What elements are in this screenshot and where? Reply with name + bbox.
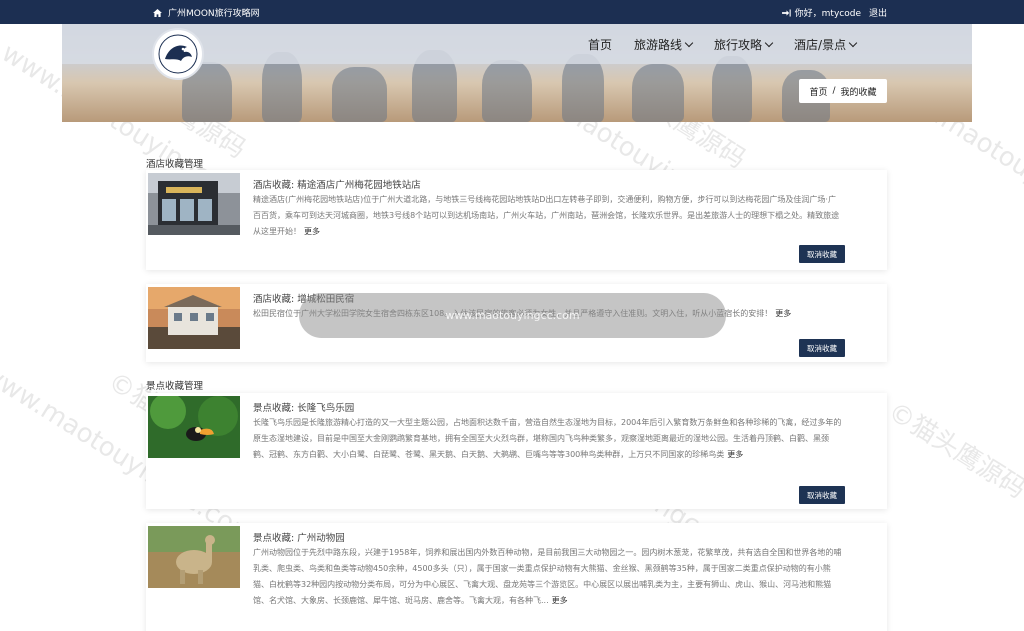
favorite-card: 景点收藏: 广州动物园 广州动物园位于先烈中路东段，兴建于1958年，饲养和展出… [146, 523, 887, 631]
site-name: 广州MOON旅行攻略网 [168, 9, 260, 19]
card-description: 精途酒店(广州梅花园地铁站店)位于广州大道北路，与地铁三号线梅花园站地铁站D出口… [253, 195, 840, 236]
card-description: 广州动物园位于先烈中路东段，兴建于1958年，饲养和展出国内外数百种动物，是目前… [253, 548, 842, 605]
cancel-favorite-button[interactable]: 取消收藏 [799, 245, 845, 263]
hotel-thumbnail[interactable] [148, 287, 240, 349]
more-link[interactable]: 更多 [552, 596, 568, 605]
breadcrumb: 首页 / 我的收藏 [799, 79, 887, 103]
site-link[interactable]: 广州MOON旅行攻略网 [153, 6, 260, 19]
hotel-section-title: 酒店收藏管理 [146, 159, 204, 170]
site-logo[interactable] [152, 28, 204, 80]
main-nav: 首页 旅游路线 旅行攻略 酒店/景点 [588, 36, 878, 53]
card-title[interactable]: 景点收藏: 长隆飞鸟乐园 [253, 400, 354, 414]
owl-logo-icon [158, 34, 198, 74]
more-link[interactable]: 更多 [775, 309, 791, 318]
breadcrumb-separator: / [832, 86, 836, 96]
breadcrumb-home[interactable]: 首页 [809, 85, 827, 98]
breadcrumb-current: 我的收藏 [840, 87, 877, 98]
favorite-card: 酒店收藏: 精途酒店广州梅花园地铁站店 精途酒店(广州梅花园地铁站店)位于广州大… [146, 170, 887, 270]
card-title[interactable]: 景点收藏: 广州动物园 [253, 530, 345, 544]
scenic-section-title: 景点收藏管理 [146, 381, 204, 392]
watermark-text: ©猫头鹰源码 [882, 396, 1024, 505]
chevron-down-icon [848, 38, 858, 48]
cancel-favorite-button[interactable]: 取消收藏 [799, 486, 845, 504]
nav-hotels-scenic[interactable]: 酒店/景点 [794, 36, 858, 53]
top-bar: 广州MOON旅行攻略网 你好，mtycode 退出 [0, 0, 1024, 24]
logout-link[interactable]: 退出 [869, 6, 887, 19]
chevron-down-icon [684, 38, 694, 48]
scenic-thumbnail[interactable] [148, 396, 240, 458]
cancel-favorite-button[interactable]: 取消收藏 [799, 339, 845, 357]
nav-routes[interactable]: 旅游路线 [634, 36, 694, 53]
chevron-down-icon [764, 38, 774, 48]
more-link[interactable]: 更多 [727, 450, 743, 459]
sign-in-icon [781, 8, 791, 17]
nav-guides[interactable]: 旅行攻略 [714, 36, 774, 53]
user-greeting: 你好，mtycode [794, 9, 861, 19]
nav-home[interactable]: 首页 [588, 36, 612, 53]
header-banner: 首页 旅游路线 旅行攻略 酒店/景点 首页 / 我的收藏 [62, 24, 972, 122]
card-title[interactable]: 酒店收藏: 精途酒店广州梅花园地铁站店 [253, 177, 421, 191]
more-link[interactable]: 更多 [304, 227, 320, 236]
card-description: 长隆飞鸟乐园是长隆旅游精心打造的又一大型主题公园，占地面积达数千亩，营造自然生态… [253, 418, 842, 459]
toast-message: www.maotouyingcc.com [299, 293, 726, 338]
home-icon [153, 8, 162, 17]
scenic-thumbnail[interactable] [148, 526, 240, 588]
favorite-card: 景点收藏: 长隆飞鸟乐园 长隆飞鸟乐园是长隆旅游精心打造的又一大型主题公园，占地… [146, 393, 887, 509]
hotel-thumbnail[interactable] [148, 173, 240, 235]
user-area: 你好，mtycode 退出 [781, 6, 887, 19]
